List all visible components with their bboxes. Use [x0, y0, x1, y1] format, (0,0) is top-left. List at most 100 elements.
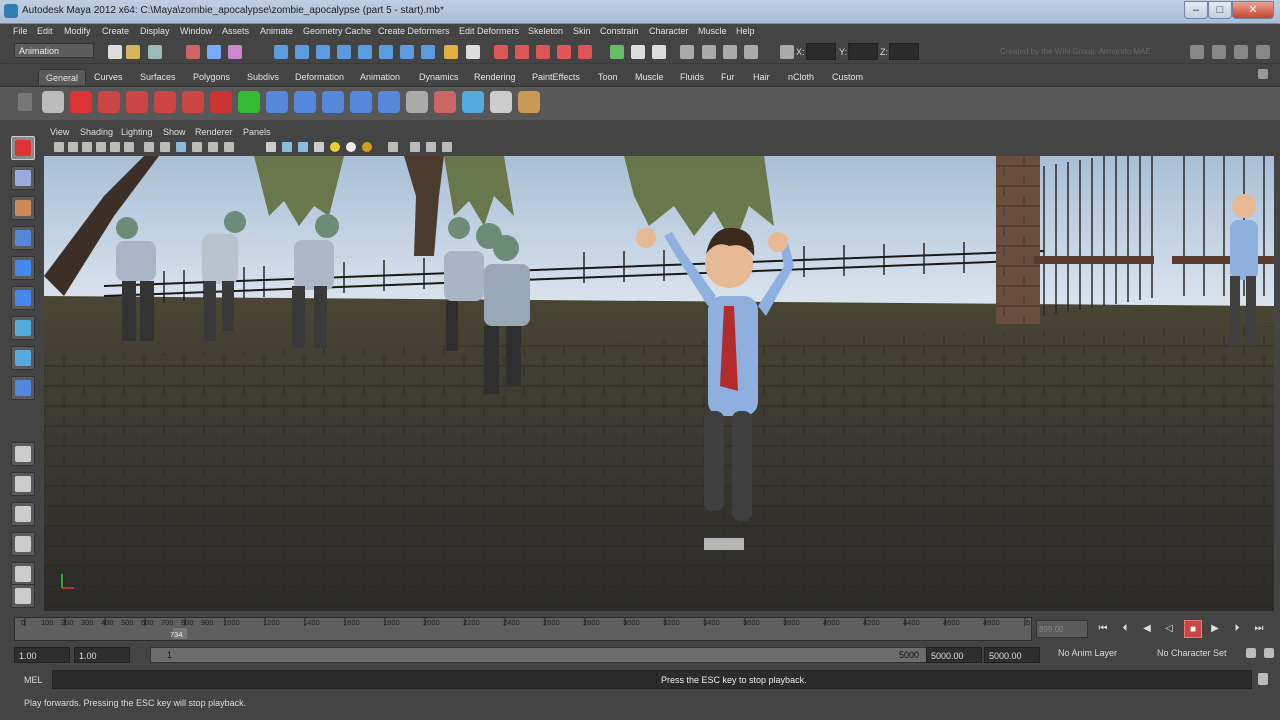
layout-outliner-button[interactable] — [11, 502, 35, 526]
panel-menu-view[interactable]: View — [50, 127, 69, 137]
coord-mode-icon[interactable] — [780, 45, 794, 59]
shelf-trash-icon[interactable] — [1258, 69, 1268, 79]
render-frame-icon[interactable] — [494, 45, 508, 59]
auto-key-icon[interactable] — [1246, 648, 1256, 658]
shelf-menu-icon[interactable] — [18, 93, 32, 111]
snap-point-icon[interactable] — [316, 45, 330, 59]
menu-edit-deformers[interactable]: Edit Deformers — [459, 26, 519, 36]
current-frame-field[interactable]: 899.00 — [1036, 620, 1088, 638]
shelf-sphere-icon[interactable] — [266, 91, 288, 113]
tab-hair[interactable]: Hair — [746, 69, 777, 85]
lock-icon[interactable] — [444, 45, 458, 59]
z-field[interactable] — [889, 43, 919, 60]
go-to-end-button[interactable]: ⏭ — [1250, 620, 1268, 638]
attribute-editor-icon[interactable] — [631, 45, 645, 59]
range-slider[interactable]: 1 5000 — [150, 647, 934, 663]
wireframe-on-shaded-icon[interactable] — [298, 142, 308, 152]
scale-tool[interactable] — [11, 286, 35, 310]
snap-curve-icon[interactable] — [295, 45, 309, 59]
film-gate-icon[interactable] — [124, 142, 134, 152]
play-backwards-button[interactable]: ◁ — [1160, 620, 1178, 638]
tab-animation[interactable]: Animation — [353, 69, 407, 85]
tab-dynamics[interactable]: Dynamics — [412, 69, 466, 85]
snap-grid-icon[interactable] — [274, 45, 288, 59]
menu-muscle[interactable]: Muscle — [698, 26, 727, 36]
stop-button[interactable]: ■ — [1184, 620, 1202, 638]
soft-mod-tool[interactable] — [11, 346, 35, 370]
playback-end-field[interactable]: 5000.00 — [926, 647, 982, 663]
sidebar-toggle-icon[interactable] — [1190, 45, 1204, 59]
y-field[interactable] — [848, 43, 878, 60]
tab-surfaces[interactable]: Surfaces — [133, 69, 183, 85]
panel-menu-lighting[interactable]: Lighting — [121, 127, 153, 137]
shelf-tool-2-icon[interactable] — [462, 91, 484, 113]
render-view-icon[interactable] — [578, 45, 592, 59]
menu-skin[interactable]: Skin — [573, 26, 591, 36]
paint-select-tool[interactable] — [11, 196, 35, 220]
shadows-icon[interactable] — [362, 142, 372, 152]
panel-menu-renderer[interactable]: Renderer — [195, 127, 233, 137]
open-scene-icon[interactable] — [126, 45, 140, 59]
tab-general[interactable]: General — [38, 69, 87, 85]
all-lights-icon[interactable] — [346, 142, 356, 152]
tab-painteffects[interactable]: PaintEffects — [525, 69, 587, 85]
anim-layer-select[interactable]: No Anim Layer — [1058, 648, 1117, 658]
wireframe-icon[interactable] — [266, 142, 276, 152]
input-ops-icon[interactable] — [466, 45, 480, 59]
layout-custom-button[interactable] — [11, 584, 35, 608]
tool-settings-icon[interactable] — [652, 45, 666, 59]
tab-curves[interactable]: Curves — [87, 69, 130, 85]
shelf-script-2-icon[interactable] — [126, 91, 148, 113]
tool-toggle-icon[interactable] — [1234, 45, 1248, 59]
tab-deformation[interactable]: Deformation — [288, 69, 351, 85]
resolution-gate-icon[interactable] — [144, 142, 154, 152]
grid-icon[interactable] — [110, 142, 120, 152]
shelf-script-4-icon[interactable] — [182, 91, 204, 113]
step-back-frame-button[interactable]: ◀ — [1138, 620, 1156, 638]
start-time-field[interactable]: 1.00 — [14, 647, 70, 663]
render-settings-icon[interactable] — [536, 45, 550, 59]
smooth-shade-icon[interactable] — [282, 142, 292, 152]
shelf-help-icon[interactable] — [70, 91, 92, 113]
menu-set-select[interactable]: Animation — [14, 43, 94, 58]
shelf-joint-1-icon[interactable] — [294, 91, 316, 113]
select-object-icon[interactable] — [207, 45, 221, 59]
maximize-button[interactable]: □ — [1208, 1, 1232, 19]
layout-single-button[interactable] — [11, 442, 35, 466]
shelf-list-icon[interactable] — [406, 91, 428, 113]
menu-skeleton[interactable]: Skeleton — [528, 26, 563, 36]
history-icon[interactable] — [421, 45, 435, 59]
menu-assets[interactable]: Assets — [222, 26, 249, 36]
tab-fluids[interactable]: Fluids — [673, 69, 711, 85]
snap-view-icon[interactable] — [379, 45, 393, 59]
menu-animate[interactable]: Animate — [260, 26, 293, 36]
tab-toon[interactable]: Toon — [591, 69, 625, 85]
text-icon[interactable] — [224, 142, 234, 152]
step-forward-key-button[interactable]: ⏵ — [1228, 620, 1246, 638]
quick-selection-icon[interactable] — [680, 45, 694, 59]
playback-start-field[interactable]: 1.00 — [74, 647, 130, 663]
menu-help[interactable]: Help — [736, 26, 755, 36]
menu-create-deformers[interactable]: Create Deformers — [378, 26, 450, 36]
universal-manipulator-tool[interactable] — [11, 316, 35, 340]
safe-title-icon[interactable] — [208, 142, 218, 152]
menu-character[interactable]: Character — [649, 26, 689, 36]
layout-hypershade-button[interactable] — [11, 562, 35, 586]
camera-attr-icon[interactable] — [68, 142, 78, 152]
bookmark-icon[interactable] — [82, 142, 92, 152]
menu-window[interactable]: Window — [180, 26, 212, 36]
shelf-script-1-icon[interactable] — [98, 91, 120, 113]
layout-four-button[interactable] — [11, 472, 35, 496]
select-tool[interactable] — [11, 136, 35, 160]
mel-label[interactable]: MEL — [24, 675, 43, 685]
rename-icon[interactable] — [744, 45, 758, 59]
lasso-tool[interactable] — [11, 166, 35, 190]
menu-modify[interactable]: Modify — [64, 26, 91, 36]
tab-polygons[interactable]: Polygons — [186, 69, 237, 85]
xray-icon[interactable] — [410, 142, 420, 152]
attribute-toggle-icon[interactable] — [1212, 45, 1226, 59]
tab-fur[interactable]: Fur — [714, 69, 742, 85]
menu-display[interactable]: Display — [140, 26, 170, 36]
default-light-icon[interactable] — [330, 142, 340, 152]
preferences-icon[interactable] — [1264, 648, 1274, 658]
